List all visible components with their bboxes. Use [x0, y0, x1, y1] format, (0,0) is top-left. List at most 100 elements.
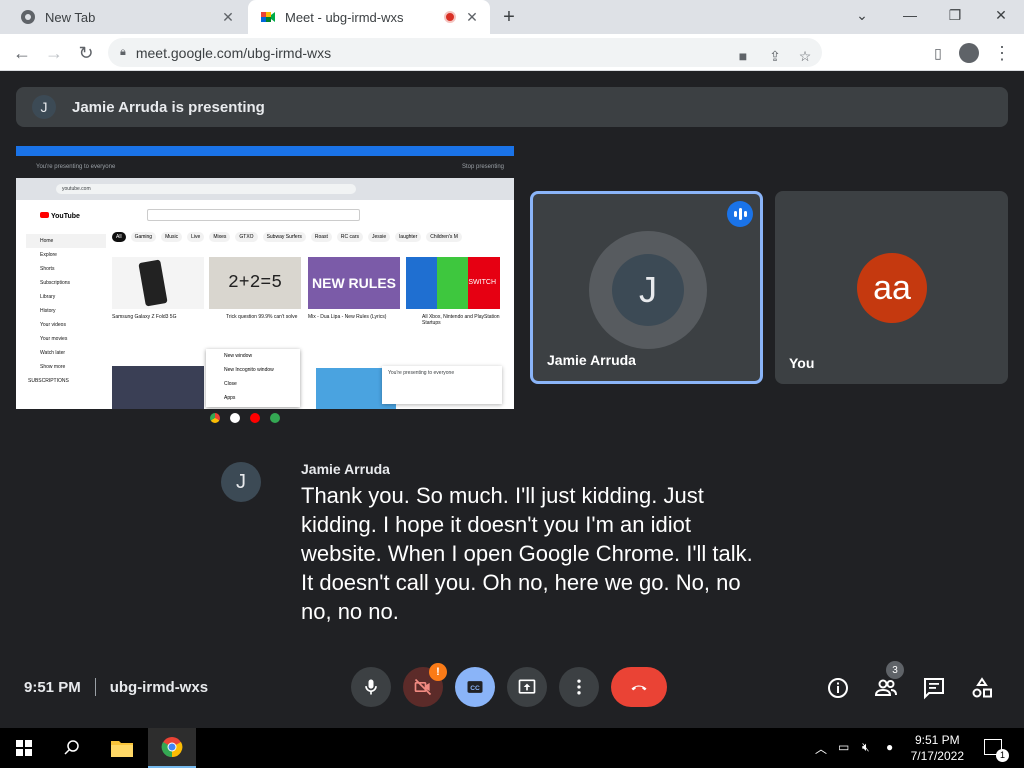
close-window-button[interactable]: ✕ — [986, 4, 1016, 26]
shared-sidebar: Home Explore Shorts Subscriptions Librar… — [26, 234, 106, 388]
share-icon[interactable]: ⇪ — [766, 47, 784, 65]
sidebar-item: Subscriptions — [40, 280, 71, 286]
chip: Music — [161, 232, 183, 242]
file-explorer-icon[interactable] — [98, 728, 146, 768]
chip: Live — [187, 232, 205, 242]
chrome-icon — [21, 10, 35, 24]
video-thumb: 2+2=5 — [209, 257, 301, 309]
chrome-taskbar-icon[interactable] — [148, 728, 196, 768]
url-text: meet.google.com/ubg-irmd-wxs — [135, 44, 332, 61]
minimize-button[interactable]: — — [895, 4, 925, 26]
play-icon — [270, 413, 280, 423]
camera-button[interactable]: ! — [403, 663, 447, 707]
participant-tile-you[interactable]: aa You — [775, 191, 1008, 384]
speaking-indicator-icon — [727, 201, 753, 227]
shared-context-menu: New window New Incognito window Close Ap… — [206, 349, 300, 407]
tab-new-tab[interactable]: New Tab ✕ — [8, 0, 246, 34]
shared-screen[interactable]: You're presenting to everyone Stop prese… — [16, 146, 514, 427]
caption-text: Thank you. So much. I'll just kidding. J… — [301, 483, 753, 624]
network-icon[interactable]: ▭ — [838, 740, 849, 754]
shared-toast: You're presenting to everyone — [382, 366, 502, 404]
close-tab-icon[interactable]: ✕ — [220, 9, 236, 25]
tab-search-icon[interactable]: ⌄ — [847, 4, 877, 26]
back-icon[interactable]: ← — [10, 41, 34, 65]
video-title: Trick question 99.9% can't solve — [226, 314, 298, 320]
meeting-details: 9:51 PM ubg-irmd-wxs — [24, 678, 208, 696]
meeting-details-button[interactable] — [826, 676, 850, 700]
microphone-tray-icon[interactable]: ● — [886, 740, 893, 754]
lock-icon: 🔒︎ — [120, 46, 126, 58]
side-panel-icon[interactable]: ▯ — [926, 41, 950, 65]
camera-off-icon — [414, 678, 432, 696]
video-title: Mix - Dua Lipa - New Rules (Lyrics) — [308, 314, 387, 320]
browser-toolbar: ← → ↻ 🔒︎ meet.google.com/ubg-irmd-wxs ■ … — [0, 34, 1024, 71]
chat-button[interactable] — [922, 676, 946, 700]
chip: Jessie — [367, 232, 391, 242]
chip: Subway Surfers — [262, 232, 306, 242]
camera-icon[interactable]: ■ — [734, 47, 752, 65]
shared-chips: All Gaming Music Live Mixes GTXO Subway … — [112, 232, 512, 242]
sidebar-item: Your movies — [40, 336, 68, 342]
people-button[interactable]: 3 — [874, 661, 904, 700]
meeting-time: 9:51 PM — [24, 678, 81, 696]
share-top-accent — [16, 146, 514, 156]
present-button[interactable] — [507, 667, 547, 707]
avatar: aa — [857, 253, 927, 323]
profile-icon[interactable] — [957, 41, 981, 65]
activities-button[interactable] — [970, 676, 994, 700]
sidebar-item: Show more — [40, 364, 66, 370]
address-bar[interactable]: 🔒︎ meet.google.com/ubg-irmd-wxs ■ ⇪ ☆ — [108, 38, 822, 67]
more-vert-icon — [577, 679, 581, 695]
meeting-code: ubg-irmd-wxs — [109, 678, 209, 696]
leave-call-button[interactable] — [611, 667, 667, 707]
sidebar-item: Explore — [40, 252, 57, 258]
google-meet-icon — [261, 12, 275, 22]
tab-meet[interactable]: Meet - ubg-irmd-wxs ✕ — [248, 0, 490, 34]
chat-icon — [924, 678, 944, 700]
windows-start-icon[interactable] — [0, 728, 48, 768]
show-hidden-icons-icon[interactable]: ︿ — [815, 740, 827, 757]
shared-taskbar — [16, 409, 514, 427]
chip: Gaming — [130, 232, 157, 242]
video-thumb: NEW RULES — [308, 257, 400, 309]
activities-shapes-icon — [972, 677, 992, 698]
sidebar-item: Home — [26, 234, 106, 248]
chip: All — [112, 232, 126, 242]
reload-icon[interactable]: ↻ — [74, 41, 98, 65]
stop-presenting-text: Stop presenting — [461, 164, 504, 170]
menu-icon[interactable]: ⋮ — [990, 41, 1014, 65]
sidebar-item: Watch later — [40, 350, 66, 356]
search-icon[interactable] — [48, 728, 96, 768]
notification-count: 1 — [996, 749, 1009, 762]
more-options-button[interactable] — [559, 667, 599, 707]
microphone-button[interactable] — [351, 667, 391, 707]
menu-item: Apps — [224, 395, 236, 401]
forward-icon[interactable]: → — [42, 41, 66, 65]
sidebar-item: Library — [40, 294, 56, 300]
share-status-bar: You're presenting to everyone Stop prese… — [16, 156, 514, 178]
chip: Roast — [310, 232, 332, 242]
bookmark-star-icon[interactable]: ☆ — [796, 47, 814, 65]
participant-count-badge: 3 — [886, 661, 904, 679]
participant-tile-jamie[interactable]: J Jamie Arruda — [530, 191, 763, 384]
caption-speaker: Jamie Arruda — [301, 461, 390, 477]
taskbar-clock[interactable]: 9:51 PM 7/17/2022 — [911, 732, 964, 764]
menu-item: New Incognito window — [224, 367, 274, 373]
volume-muted-icon[interactable]: 🔇︎ — [862, 740, 870, 755]
video-thumb: SWITCH — [406, 257, 500, 309]
new-tab-button[interactable]: + — [498, 6, 520, 28]
notifications-icon[interactable]: 1 — [984, 739, 1009, 762]
restore-button[interactable]: ❐ — [940, 4, 970, 26]
video-title: Samsung Galaxy Z Fold3 5G — [112, 314, 177, 320]
chip: RC cars — [336, 232, 363, 242]
menu-item: Close — [224, 381, 237, 387]
participant-name: You — [789, 355, 815, 371]
video-thumb — [112, 366, 204, 410]
captions-button[interactable]: CC — [455, 667, 495, 707]
youtube-logo: YouTube — [40, 212, 80, 220]
close-tab-icon[interactable]: ✕ — [464, 9, 480, 25]
divider — [94, 678, 96, 696]
recording-icon — [444, 11, 456, 23]
share-status-text: You're presenting to everyone — [36, 164, 116, 170]
sidebar-item: Your videos — [40, 322, 66, 328]
